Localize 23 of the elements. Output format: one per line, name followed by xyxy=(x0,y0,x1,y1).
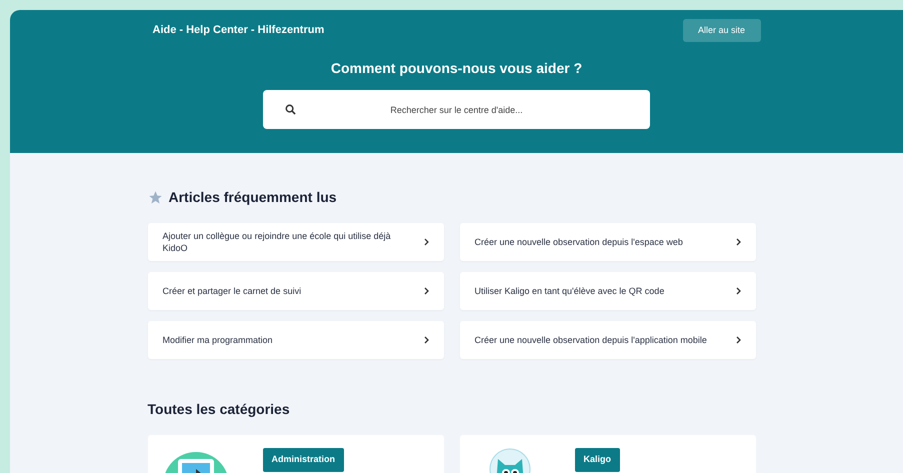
search-icon xyxy=(285,104,296,115)
section-title: Articles fréquemment lus xyxy=(168,188,337,207)
section-title: Toutes les catégories xyxy=(148,400,291,419)
search-field[interactable]: Rechercher sur le centre d'aide... xyxy=(263,90,650,129)
chevron-right-icon xyxy=(424,287,428,295)
site-title: Aide - Help Center - Hilfezentrum xyxy=(152,23,324,38)
category-card[interactable]: Kaligo xyxy=(460,435,756,473)
category-tag: Administration xyxy=(262,448,344,472)
category-tag: Kaligo xyxy=(574,448,620,472)
chevron-right-icon xyxy=(736,336,740,344)
help-heading: Comment pouvons-nous vous aider ? xyxy=(330,59,582,78)
chevron-right-icon xyxy=(736,238,740,246)
article-link[interactable]: Créer une nouvelle observation depuis l'application mobile xyxy=(460,321,756,359)
article-link[interactable]: Créer et partager le carnet de suivi xyxy=(148,272,444,310)
category-card[interactable]: Administration xyxy=(148,435,444,473)
chevron-right-icon xyxy=(424,238,428,246)
article-link[interactable]: Utiliser Kaligo en tant qu'élève avec le QR code xyxy=(460,272,756,310)
star-icon xyxy=(148,190,162,205)
article-link[interactable]: Ajouter un collègue ou rejoindre une école qui utilise déjà KidoO xyxy=(148,223,444,261)
chevron-right-icon xyxy=(736,287,740,295)
article-link[interactable]: Modifier ma programmation xyxy=(148,321,444,359)
chevron-right-icon xyxy=(424,336,428,344)
article-link[interactable]: Créer une nouvelle observation depuis l'espace web xyxy=(460,223,756,261)
